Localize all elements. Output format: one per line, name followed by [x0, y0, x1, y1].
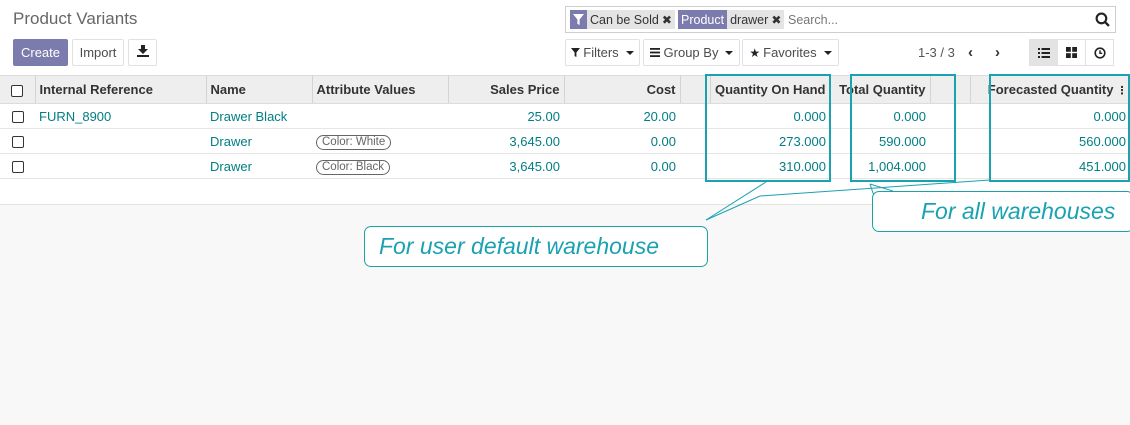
table-row[interactable]: Drawer Color: Black 3,645.00 0.00 310.00…	[0, 153, 1130, 179]
table-row[interactable]: Drawer Color: White 3,645.00 0.00 273.00…	[0, 128, 1130, 154]
groupby-dropdown[interactable]: Group By	[643, 39, 740, 66]
list-view-button[interactable]	[1029, 39, 1058, 66]
attribute-badge: Color: White	[316, 134, 392, 150]
cell-sales-price: 3,645.00	[448, 153, 564, 179]
cell-attribute-values: Color: White	[312, 128, 448, 154]
remove-facet-icon[interactable]: ✖	[771, 10, 784, 29]
highlight-forecasted-quantity	[989, 74, 1130, 182]
search-bar[interactable]: Can be Sold ✖ Product drawer ✖ Search...	[565, 6, 1116, 33]
row-checkbox[interactable]	[0, 103, 35, 129]
pager-value[interactable]: 1-3 / 3	[918, 45, 955, 60]
header-sales-price[interactable]: Sales Price	[448, 75, 565, 104]
cell-attribute-values: Color: Black	[312, 153, 448, 179]
cell-cost: 20.00	[564, 103, 680, 129]
download-icon	[136, 45, 149, 60]
row-checkbox[interactable]	[0, 153, 35, 179]
table-row[interactable]: FURN_8900 Drawer Black 25.00 20.00 0.000…	[0, 103, 1130, 129]
cell-cost: 0.00	[564, 128, 680, 154]
remove-facet-icon[interactable]: ✖	[662, 10, 675, 29]
clock-icon	[1093, 46, 1106, 59]
filters-dropdown[interactable]: Filters	[565, 39, 640, 66]
star-icon: ★	[749, 45, 761, 60]
activity-view-button[interactable]	[1085, 39, 1114, 66]
search-icon[interactable]	[1095, 12, 1110, 30]
kanban-view-button[interactable]	[1057, 39, 1086, 66]
filter-icon	[570, 10, 587, 29]
search-facet-product: Product drawer ✖	[678, 10, 785, 29]
import-button[interactable]: Import	[72, 39, 124, 66]
header-attribute-values[interactable]: Attribute Values	[312, 75, 449, 104]
favorites-label: Favorites	[763, 45, 817, 60]
control-panel: Product Variants Can be Sold ✖ Product d…	[0, 0, 1130, 75]
cell-internal-reference	[35, 153, 206, 179]
facet-label: Product	[678, 10, 728, 29]
callout-user-default-warehouse: For user default warehouse	[364, 226, 708, 267]
table-header-row: Internal Reference Name Attribute Values…	[0, 75, 1130, 104]
cell-internal-reference	[35, 128, 206, 154]
header-internal-reference[interactable]: Internal Reference	[35, 75, 207, 104]
view-switcher	[1029, 39, 1114, 66]
next-page-icon[interactable]: ›	[995, 44, 1000, 61]
facet-value: Can be Sold	[590, 12, 659, 27]
select-all-checkbox[interactable]	[0, 75, 36, 104]
cell-name: Drawer	[206, 153, 312, 179]
attribute-badge: Color: Black	[316, 159, 390, 175]
groupby-label: Group By	[663, 45, 719, 60]
favorites-dropdown[interactable]: ★ Favorites	[742, 39, 839, 66]
callout-all-warehouses: For all warehouses	[872, 191, 1130, 232]
cell-sales-price: 25.00	[448, 103, 564, 129]
cell-attribute-values	[312, 103, 448, 129]
cell-name: Drawer	[206, 128, 312, 154]
list-view-icon	[1037, 47, 1050, 58]
download-button[interactable]	[128, 39, 157, 66]
facet-value: drawer	[730, 12, 769, 27]
highlight-total-quantity	[850, 74, 956, 182]
cell-cost: 0.00	[564, 153, 680, 179]
filter-icon	[571, 48, 581, 57]
search-input[interactable]: Search...	[788, 13, 838, 27]
row-checkbox[interactable]	[0, 128, 35, 154]
cell-name: Drawer Black	[206, 103, 312, 129]
search-facet-can-be-sold: Can be Sold ✖	[570, 10, 675, 29]
filters-label: Filters	[583, 45, 619, 60]
cell-internal-reference: FURN_8900	[35, 103, 206, 129]
header-name[interactable]: Name	[206, 75, 313, 104]
list-icon	[649, 48, 660, 57]
kanban-view-icon	[1066, 47, 1077, 58]
cell-sales-price: 3,645.00	[448, 128, 564, 154]
page-title: Product Variants	[13, 9, 138, 28]
previous-page-icon[interactable]: ‹	[968, 44, 973, 61]
header-cost[interactable]: Cost	[564, 75, 681, 104]
create-button[interactable]: Create	[13, 39, 68, 66]
highlight-quantity-on-hand	[705, 74, 831, 182]
variants-table: Internal Reference Name Attribute Values…	[0, 75, 1130, 179]
